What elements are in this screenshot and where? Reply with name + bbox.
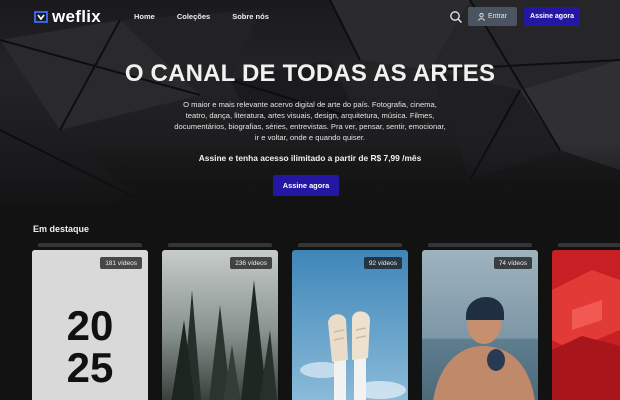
collection-card[interactable]: 74 vídeos [422,250,538,400]
card-art-text: 25 [67,344,114,391]
hero-description: O maior e mais relevante acervo digital … [174,100,446,142]
search-icon[interactable] [449,10,463,24]
card-stack-edge [428,243,532,247]
subscribe-button-header[interactable]: Assine agora [524,7,580,26]
brand-logo[interactable]: weflix [34,7,102,26]
main-menu: Home Coleções Sobre nós [134,12,291,22]
enter-button[interactable]: Entrar [468,7,517,26]
featured-section-title: Em destaque [33,224,90,234]
top-navigation: weflix Home Coleções Sobre nós Entrar As… [0,0,620,34]
user-icon [478,12,485,21]
card-image [162,250,278,400]
subscribe-button-hero[interactable]: Assine agora [273,175,339,196]
nav-item-colecoes[interactable]: Coleções [177,12,210,22]
collection-card[interactable] [552,250,620,400]
hero-title: O CANAL DE TODAS AS ARTES [124,60,496,87]
nav-item-sobre[interactable]: Sobre nós [232,12,269,22]
brand-name: weflix [52,7,102,26]
collection-card[interactable]: 236 vídeos [162,250,278,400]
card-stack-edge [298,243,402,247]
hero-offer-text: Assine e tenha acesso ilimitado a partir… [198,153,422,163]
enter-button-label: Entrar [487,13,508,20]
card-image [552,250,620,400]
video-count-badge: 74 vídeos [493,257,532,269]
nav-item-home[interactable]: Home [134,12,155,22]
video-count-badge: 236 vídeos [230,257,272,269]
video-count-badge: 92 vídeos [363,257,402,269]
card-stack-edge [38,243,142,247]
page: weflix Home Coleções Sobre nós Entrar As… [0,0,620,400]
collection-card[interactable]: 20 25 181 vídeos [32,250,148,400]
video-count-badge: 181 vídeos [100,257,142,269]
card-art-text: 20 [67,302,114,349]
collection-card[interactable]: 92 vídeos [292,250,408,400]
card-stack-edge [558,243,620,247]
card-image [292,250,408,400]
card-image: 20 25 [32,250,148,400]
card-stack-edge [168,243,272,247]
card-image [422,250,538,400]
logo-mark-icon [34,11,48,23]
